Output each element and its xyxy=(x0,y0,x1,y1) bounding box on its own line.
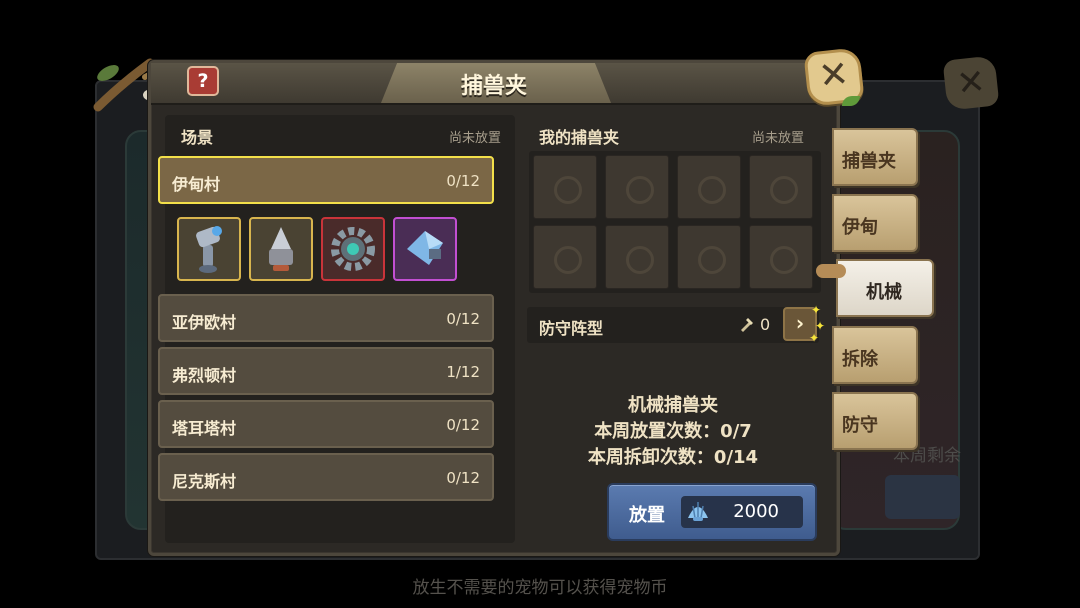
tab-mechanical[interactable]: 机械 xyxy=(836,259,934,317)
hint-text: 放生不需要的宠物可以获得宠物币 xyxy=(412,578,668,598)
scene-name: 塔耳塔村 xyxy=(172,419,237,438)
scene-count: 0/12 xyxy=(446,310,480,328)
place-button[interactable]: 放置 2000 xyxy=(607,483,817,541)
scene-row-freton[interactable]: 弗烈顿村 1/12 xyxy=(158,347,494,395)
trap-slot[interactable] xyxy=(605,225,669,289)
reward-slot-gear[interactable] xyxy=(321,217,385,281)
reward-slot-drill[interactable] xyxy=(249,217,313,281)
trap-slot[interactable] xyxy=(677,155,741,219)
place-button-label: 放置 xyxy=(629,505,665,526)
scene-row-aio[interactable]: 亚伊欧村 0/12 xyxy=(158,294,494,342)
scene-panel-title: 场景 xyxy=(181,128,214,147)
scene-name: 尼克斯村 xyxy=(172,472,237,491)
cost-value: 2000 xyxy=(733,501,779,522)
rope-decoration-icon xyxy=(816,264,846,278)
scene-count: 0/12 xyxy=(446,416,480,434)
tab-defense[interactable]: 防守 xyxy=(832,392,918,450)
trap-dialog: 捕兽夹 ? 场景 尚未放置 伊甸村 0/12 亚伊欧村 0/12 弗烈顿村 1/… xyxy=(148,60,840,556)
trap-name: 机械捕兽夹 xyxy=(628,395,718,416)
tab-trap[interactable]: 捕兽夹 xyxy=(832,128,918,186)
reward-slot-hammer[interactable] xyxy=(177,217,241,281)
hammer-icon xyxy=(196,226,222,273)
formation-label: 防守阵型 xyxy=(539,319,604,338)
scene-count: 0/12 xyxy=(446,469,480,487)
shell-currency-icon xyxy=(688,502,708,521)
trap-panel-title: 我的捕兽夹 xyxy=(539,128,620,147)
scene-count: 0/12 xyxy=(446,172,480,190)
tab-label: 防守 xyxy=(842,415,878,436)
drill-icon xyxy=(269,227,293,271)
scene-row-tarta[interactable]: 塔耳塔村 0/12 xyxy=(158,400,494,448)
scene-panel-status: 尚未放置 xyxy=(449,131,502,146)
background-close-icon: ✕ xyxy=(942,55,1000,111)
tab-label: 机械 xyxy=(866,282,902,303)
tab-label: 拆除 xyxy=(842,349,878,370)
trap-slot[interactable] xyxy=(533,155,597,219)
scene-row-eden[interactable]: 伊甸村 0/12 xyxy=(158,156,494,204)
trap-slot[interactable] xyxy=(749,225,813,289)
trap-count-icon xyxy=(741,318,753,332)
crystal-icon xyxy=(407,231,443,265)
gear-icon xyxy=(331,227,375,271)
trap-slot[interactable] xyxy=(533,225,597,289)
trap-grid xyxy=(529,151,821,293)
scene-name: 伊甸村 xyxy=(172,175,221,194)
reward-slot-crystal[interactable] xyxy=(393,217,457,281)
title-bar: 捕兽夹 ? xyxy=(151,63,837,105)
weekly-remove-count: 本周拆卸次数：0/14 xyxy=(587,447,759,468)
formation-count: 0 xyxy=(760,315,771,334)
tab-remove[interactable]: 拆除 xyxy=(832,326,918,384)
scene-count: 1/12 xyxy=(446,363,480,381)
defense-formation-bar: 防守阵型 0 › ✦ ✦ ✦ xyxy=(527,303,825,345)
weekly-place-count: 本周放置次数：0/7 xyxy=(594,421,752,442)
tab-label: 捕兽夹 xyxy=(842,151,896,172)
sparkle-icon: ✦ xyxy=(811,303,822,317)
cost-box: 2000 xyxy=(681,496,803,528)
scene-row-nyx[interactable]: 尼克斯村 0/12 xyxy=(158,453,494,501)
help-button[interactable]: ? xyxy=(187,66,219,96)
scene-name: 亚伊欧村 xyxy=(172,313,237,332)
dialog-title: 捕兽夹 xyxy=(460,74,527,99)
trap-slot[interactable] xyxy=(677,225,741,289)
background-button xyxy=(885,475,960,519)
scene-name: 弗烈顿村 xyxy=(172,366,237,385)
trap-slot[interactable] xyxy=(605,155,669,219)
tab-label: 伊甸 xyxy=(842,217,878,238)
trap-slot[interactable] xyxy=(749,155,813,219)
tab-eden[interactable]: 伊甸 xyxy=(832,194,918,252)
sparkle-icon: ✦ xyxy=(809,331,820,345)
trap-panel-status: 尚未放置 xyxy=(752,131,805,146)
